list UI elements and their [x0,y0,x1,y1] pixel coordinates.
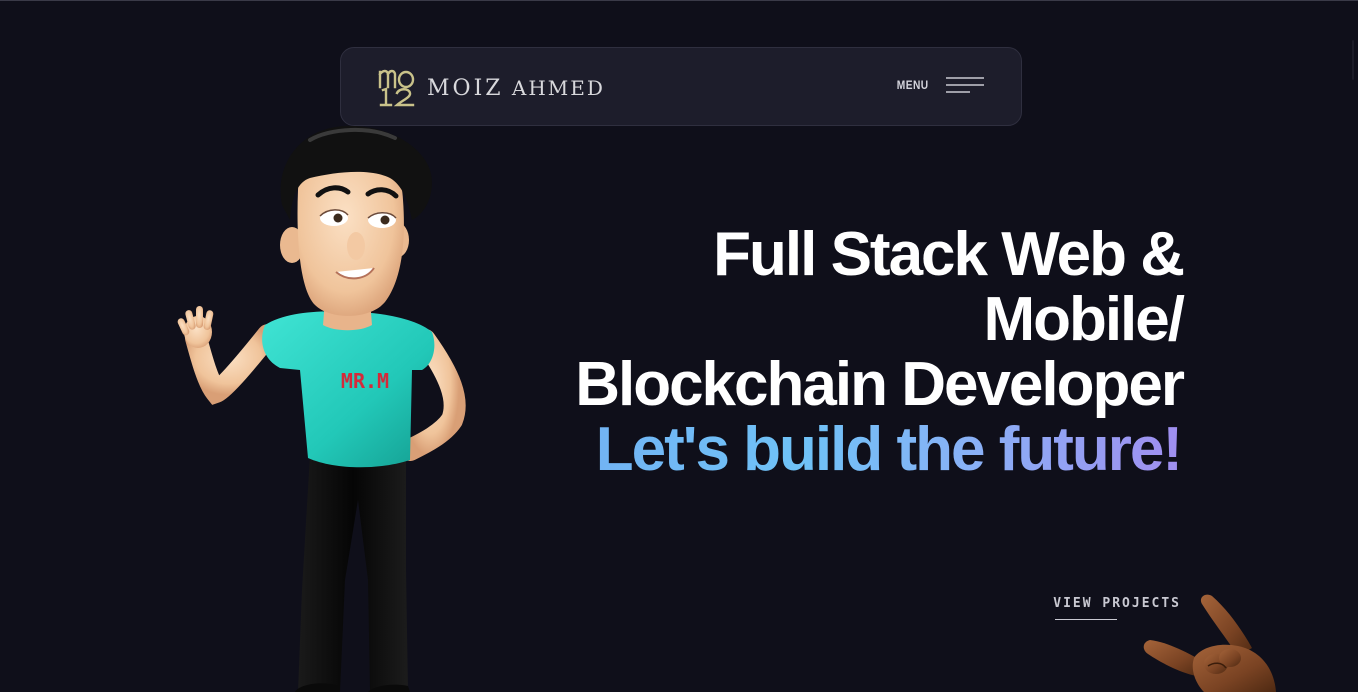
navbar: MOIZ AHMED MENU [340,47,1022,126]
brand-first-name: MOIZ [427,75,504,101]
shirt-text: MR.M [341,369,389,393]
logo-link[interactable]: MOIZ AHMED [377,69,605,107]
avatar-image: MR.M [177,125,466,692]
hero-line-3: Blockchain Developer [575,350,1185,419]
hero-tagline: Let's build the future! [595,415,1183,484]
brand-name: MOIZ AHMED [427,76,605,101]
hero-line-2: Mobile/ [983,285,1185,354]
view-projects-underline [1055,619,1117,620]
menu-button[interactable]: MENU [894,76,985,94]
hero-line-1: Full Stack Web & [713,220,1185,289]
scrollbar[interactable] [1352,40,1354,80]
hand-emoji [1143,594,1276,692]
hero-heading: Full Stack Web & Mobile/ Blockchain Deve… [503,220,1185,484]
brand-last-name: AHMED [511,75,605,100]
hamburger-icon [946,77,984,93]
menu-label: MENU [896,78,929,92]
logo-icon [378,69,415,107]
page-top-border [0,0,1358,1]
